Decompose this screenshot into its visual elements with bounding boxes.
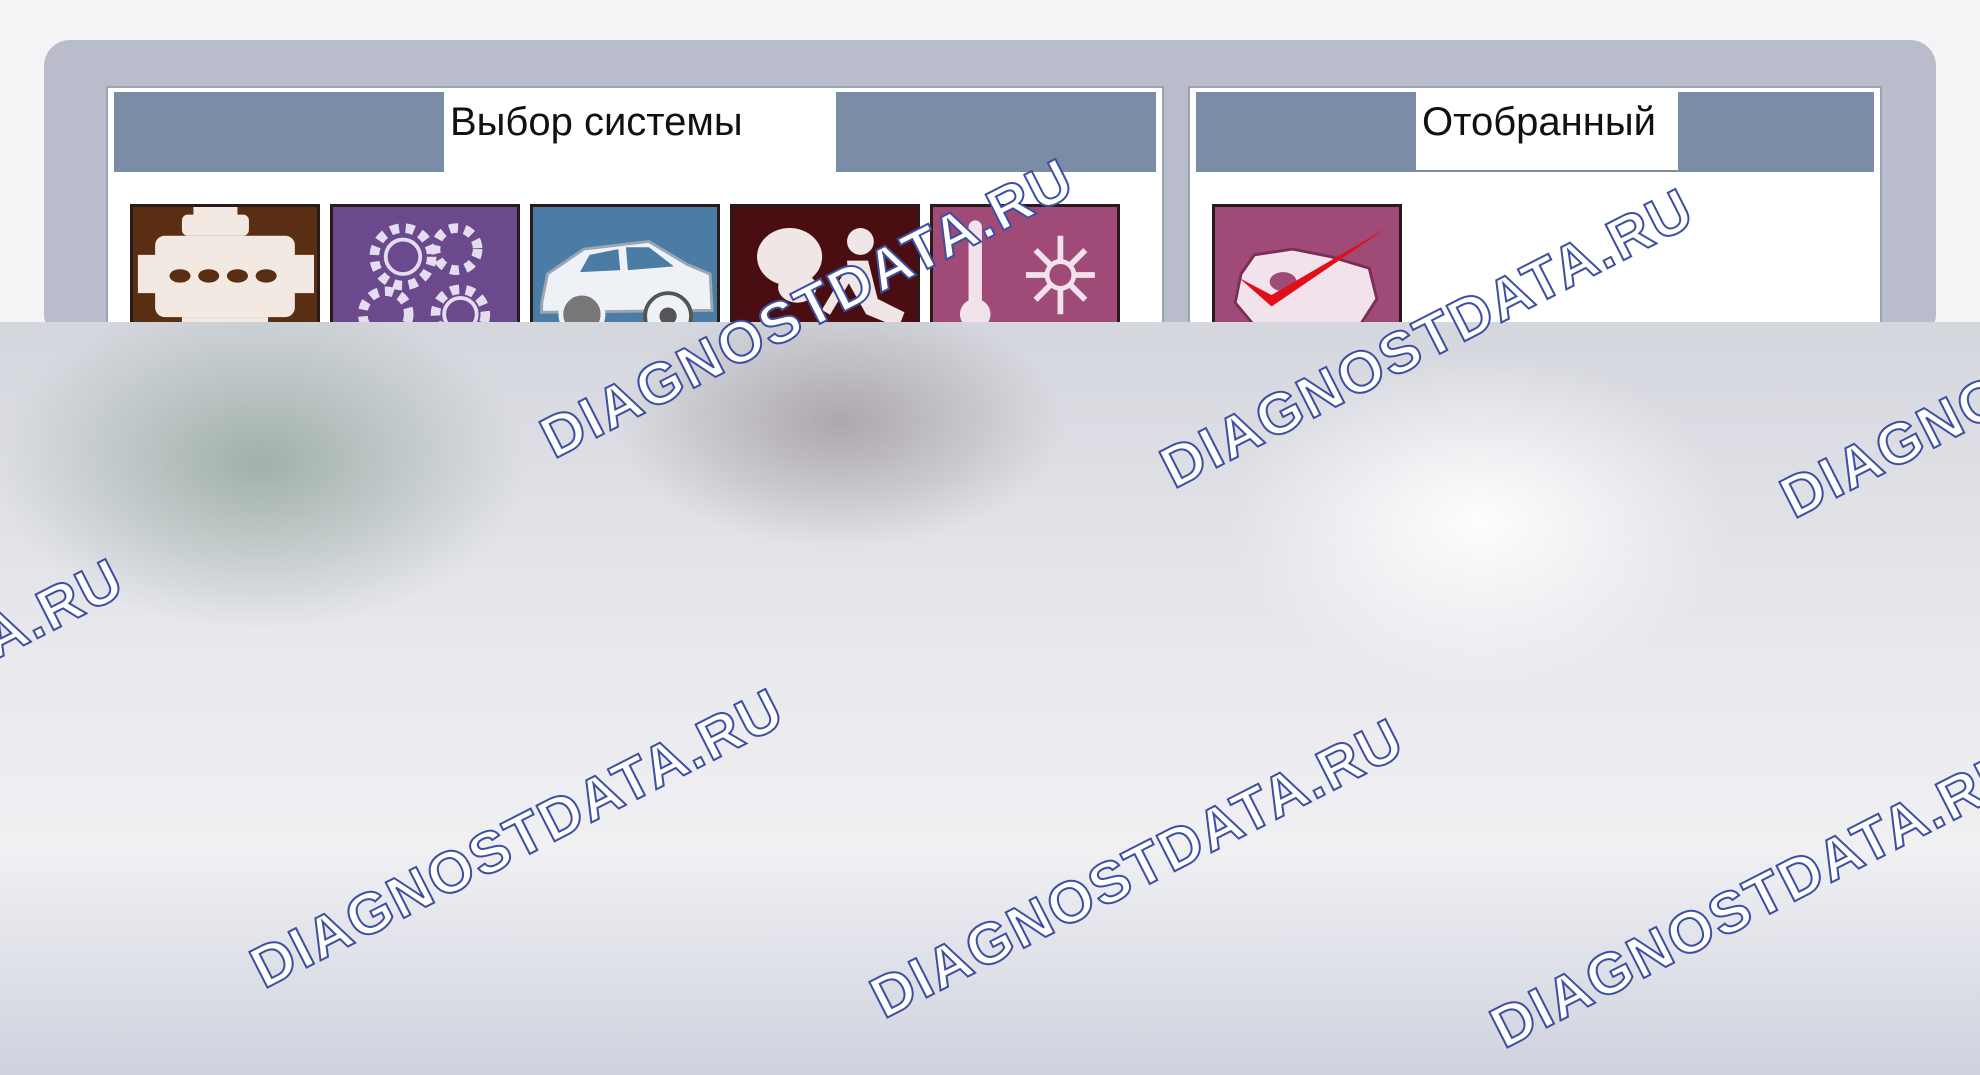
system-selection-tab[interactable]: Выбор системы: [444, 92, 836, 172]
watermark-text: DIAGNOSTDATA.RU: [1479, 735, 1980, 1062]
watermark-text: DIAGNOSTDATA.RU: [0, 545, 135, 872]
system-selection-header: Выбор системы: [114, 92, 1156, 172]
selected-systems-tab[interactable]: Отобранный: [1416, 92, 1678, 170]
watermark-text: DIAGNOSTDATA.RU: [239, 675, 795, 1002]
watermark-text: DIAGNOSTDATA.RU: [859, 705, 1415, 1032]
blurred-overlay: DIAGNOSTDATA.RU DIAGNOSTDATA.RU DIAGNOST…: [0, 145, 1980, 1075]
selected-systems-header: Отобранный: [1196, 92, 1874, 172]
